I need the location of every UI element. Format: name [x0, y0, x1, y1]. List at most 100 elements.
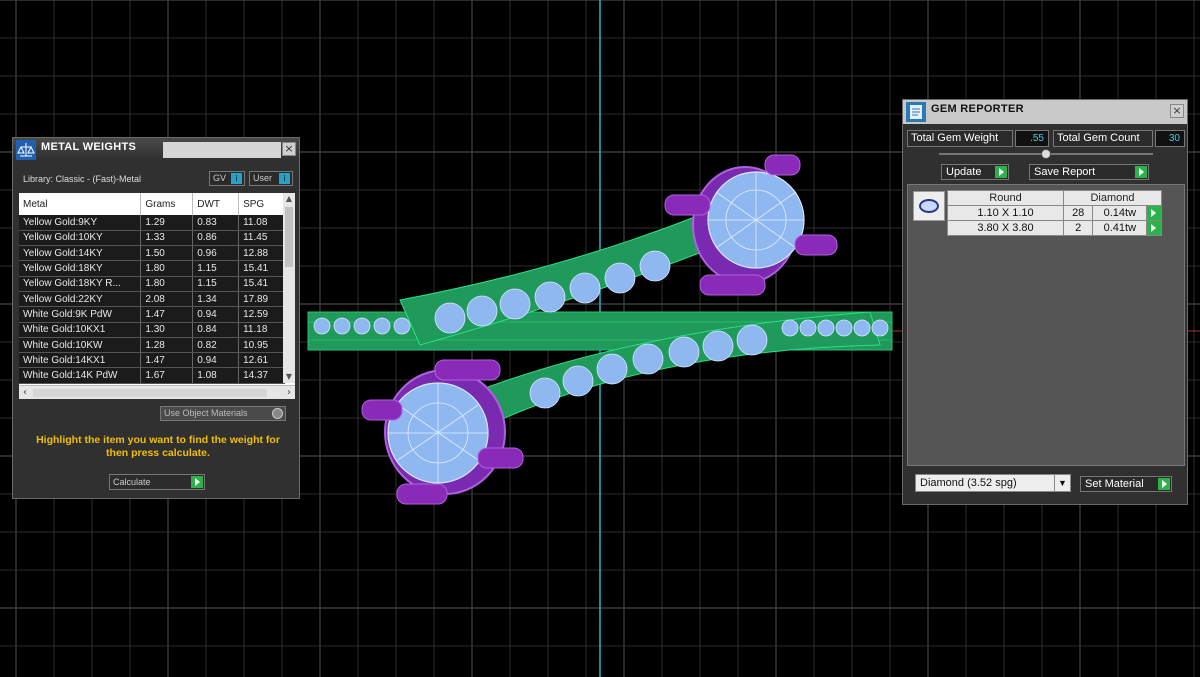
- gem-stats-row: Total Gem Weight .55 Total Gem Count 30: [907, 130, 1185, 147]
- count-cell: 28: [1062, 205, 1094, 221]
- scroll-up-icon[interactable]: ▲: [284, 194, 294, 204]
- material-select[interactable]: Diamond (3.52 spg) ▼: [915, 474, 1071, 492]
- gem-row[interactable]: 3.80 X 3.80 2 0.41tw: [947, 220, 1162, 236]
- total-gem-weight-label: Total Gem Weight: [907, 130, 1013, 147]
- dwt-cell: 1.34: [192, 291, 240, 308]
- grams-cell: 1.67: [140, 367, 194, 384]
- spg-cell: 11.18: [238, 322, 285, 338]
- center-stone-lower: [361, 359, 524, 505]
- scroll-down-icon[interactable]: ▼: [284, 372, 294, 382]
- table-row[interactable]: Yellow Gold:14KY 1.50 0.96 12.88: [19, 245, 285, 262]
- slider-knob[interactable]: [1041, 149, 1051, 159]
- set-material-button[interactable]: Set Material: [1080, 476, 1172, 492]
- column-header-grams[interactable]: Grams: [140, 193, 194, 215]
- gv-toggle[interactable]: GV i: [209, 171, 245, 186]
- column-header-metal[interactable]: Metal: [19, 193, 142, 215]
- grams-cell: 1.50: [140, 245, 194, 262]
- weight-cell: 0.14tw: [1092, 205, 1148, 221]
- vertical-scrollbar[interactable]: ▲ ▼: [283, 193, 295, 383]
- metal-cell: White Gold:10KW: [19, 337, 142, 354]
- horizontal-scrollbar[interactable]: ‹ ›: [19, 385, 295, 399]
- play-icon[interactable]: [995, 166, 1007, 178]
- play-icon[interactable]: [1146, 220, 1162, 236]
- metal-weights-titlebar[interactable]: METAL WEIGHTS ×: [13, 138, 299, 162]
- grams-cell: 1.29: [140, 215, 194, 231]
- size-cell: 3.80 X 3.80: [947, 220, 1064, 236]
- spg-cell: 15.41: [238, 276, 285, 292]
- spg-cell: 11.08: [238, 215, 285, 231]
- column-header-spg[interactable]: SPG: [238, 193, 285, 215]
- gem-reporter-panel: GEM REPORTER × Total Gem Weight .55 Tota…: [902, 99, 1188, 505]
- table-row[interactable]: Yellow Gold:22KY 2.08 1.34 17.89: [19, 291, 285, 308]
- spg-cell: 12.88: [238, 245, 285, 262]
- dwt-cell: 1.15: [192, 260, 240, 277]
- metal-cell: Yellow Gold:10KY: [19, 230, 142, 247]
- grams-cell: 1.80: [140, 276, 194, 292]
- table-row[interactable]: White Gold:10KX1 1.30 0.84 11.18: [19, 322, 285, 338]
- column-header-material: Diamond: [1063, 190, 1162, 206]
- scroll-thumb[interactable]: [285, 207, 293, 267]
- grams-cell: 1.33: [140, 230, 194, 247]
- grams-cell: 1.30: [140, 322, 194, 338]
- metal-table-container[interactable]: Metal Grams DWT SPG Yellow Gold:9KY 1.29 0…: [19, 193, 295, 399]
- grams-cell: 1.47: [140, 306, 194, 323]
- gem-row[interactable]: 1.10 X 1.10 28 0.14tw: [947, 205, 1162, 221]
- gem-reporter-titlebar[interactable]: GEM REPORTER ×: [903, 100, 1187, 124]
- dwt-cell: 0.83: [192, 215, 240, 231]
- scale-icon: [16, 140, 36, 160]
- gem-report-icon: [906, 102, 926, 122]
- library-label: Library: Classic - (Fast)-Metal: [23, 174, 142, 184]
- dwt-cell: 0.94: [192, 352, 240, 369]
- scroll-left-icon[interactable]: ‹: [19, 386, 31, 399]
- metal-cell: White Gold:10KX1: [19, 322, 142, 338]
- radio-icon[interactable]: [272, 408, 283, 419]
- spg-cell: 11.45: [238, 230, 285, 247]
- chevron-down-icon[interactable]: ▼: [1054, 475, 1070, 491]
- scroll-right-icon[interactable]: ›: [283, 386, 295, 399]
- report-slider[interactable]: [939, 149, 1153, 159]
- play-icon[interactable]: [191, 476, 203, 488]
- use-object-materials-toggle[interactable]: Use Object Materials: [160, 406, 286, 421]
- user-toggle[interactable]: User i: [249, 171, 293, 186]
- spg-cell: 15.41: [238, 260, 285, 277]
- scroll-thumb-horizontal[interactable]: [33, 389, 267, 397]
- table-row[interactable]: Yellow Gold:18KY 1.80 1.15 15.41: [19, 260, 285, 277]
- table-row[interactable]: Yellow Gold:9KY 1.29 0.83 11.08: [19, 215, 285, 231]
- grams-cell: 1.28: [140, 337, 194, 354]
- dwt-cell: 0.84: [192, 322, 240, 338]
- total-gem-weight-value: .55: [1015, 130, 1049, 147]
- table-row[interactable]: White Gold:14KX1 1.47 0.94 12.61: [19, 352, 285, 369]
- table-row[interactable]: White Gold:10KW 1.28 0.82 10.95: [19, 337, 285, 354]
- grams-cell: 1.47: [140, 352, 194, 369]
- table-row[interactable]: White Gold:14K PdW 1.67 1.08 14.37: [19, 367, 285, 384]
- spg-cell: 12.59: [238, 306, 285, 323]
- dwt-cell: 1.08: [192, 367, 240, 384]
- hint-text: Highlight the item you want to find the …: [36, 434, 280, 459]
- save-report-button[interactable]: Save Report: [1029, 164, 1149, 180]
- metal-cell: White Gold:14K PdW: [19, 367, 142, 384]
- info-icon: i: [231, 173, 242, 184]
- update-button[interactable]: Update: [941, 164, 1009, 180]
- play-icon[interactable]: [1146, 205, 1162, 221]
- close-button[interactable]: ×: [282, 142, 296, 156]
- calculate-button[interactable]: Calculate: [109, 474, 205, 490]
- dwt-cell: 1.15: [192, 276, 240, 292]
- gem-table: Round Diamond 1.10 X 1.10 28 0.14tw 3.80 X …: [947, 190, 1162, 236]
- play-icon[interactable]: [1158, 478, 1170, 490]
- close-button[interactable]: ×: [1170, 104, 1184, 118]
- panel-title: METAL WEIGHTS: [41, 141, 137, 153]
- metal-cell: Yellow Gold:14KY: [19, 245, 142, 262]
- metal-cell: Yellow Gold:18KY: [19, 260, 142, 277]
- table-row[interactable]: Yellow Gold:10KY 1.33 0.86 11.45: [19, 230, 285, 247]
- play-icon[interactable]: [1135, 166, 1147, 178]
- table-row[interactable]: Yellow Gold:18KY R... 1.80 1.15 15.41: [19, 276, 285, 292]
- metal-weights-panel: METAL WEIGHTS × Library: Classic - (Fast…: [12, 137, 300, 499]
- column-header-dwt[interactable]: DWT: [192, 193, 240, 215]
- metal-cell: Yellow Gold:9KY: [19, 215, 142, 231]
- table-row[interactable]: White Gold:9K PdW 1.47 0.94 12.59: [19, 306, 285, 323]
- dwt-cell: 0.86: [192, 230, 240, 247]
- gem-list[interactable]: Round Diamond 1.10 X 1.10 28 0.14tw 3.80 X …: [907, 184, 1185, 466]
- table-header-row: Round Diamond: [947, 190, 1162, 206]
- round-stone-icon[interactable]: [913, 191, 945, 221]
- dwt-cell: 0.94: [192, 306, 240, 323]
